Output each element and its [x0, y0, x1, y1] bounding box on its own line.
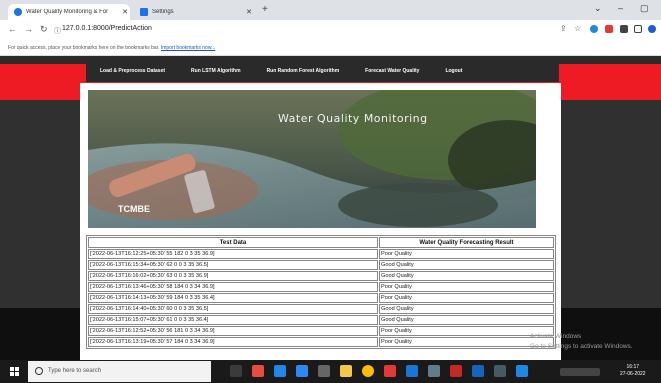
- test-data-cell: ['2022-06-13T16:14:40+05:30' 60 0 0 3 35…: [88, 304, 378, 314]
- reload-icon[interactable]: ↻: [40, 24, 48, 35]
- info-icon: ⓘ: [54, 28, 61, 35]
- content-panel: Water Quality Monitoring TCMBE Test Data…: [80, 83, 561, 360]
- app-icon[interactable]: [384, 365, 396, 377]
- menu-item-logout[interactable]: Logout: [445, 68, 462, 74]
- tab-title: Settings: [152, 9, 174, 15]
- hero-logo: TCMBE: [118, 204, 150, 214]
- table-row: ['2022-06-13T16:13:19+05:30' 57 184 0 3 …: [88, 337, 554, 347]
- search-placeholder: Type here to search: [48, 368, 102, 374]
- back-arrow-icon[interactable]: ←: [8, 24, 17, 34]
- edge-icon[interactable]: [274, 365, 286, 377]
- app-icon[interactable]: [516, 365, 528, 377]
- profile-icon[interactable]: [648, 25, 656, 33]
- result-cell: Good Quality: [379, 260, 554, 270]
- windows-taskbar: Type here to search 16:17 27-06-2022: [0, 360, 661, 383]
- minimize-icon[interactable]: –: [618, 3, 623, 13]
- app-icon[interactable]: [494, 365, 506, 377]
- bookmarks-bar: For quick access, place your bookmarks h…: [0, 40, 661, 56]
- watermark-line-2: Go to Settings to activate Windows.: [530, 343, 633, 350]
- app-icon[interactable]: [318, 365, 330, 377]
- table-row: ['2022-06-13T16:12:52+05:30' 56 181 0 3 …: [88, 326, 554, 336]
- results-table: Test Data Water Quality Forecasting Resu…: [86, 235, 556, 349]
- result-cell: Good Quality: [379, 271, 554, 281]
- test-data-cell: ['2022-06-13T16:15:34+05:30' 62 0 0 3 35…: [88, 260, 378, 270]
- url-field[interactable]: 127.0.0.1:8000/PredictAction: [62, 25, 152, 32]
- app-icon[interactable]: [406, 365, 418, 377]
- system-tray-icons[interactable]: [560, 368, 600, 376]
- app-icon[interactable]: [296, 365, 308, 377]
- star-icon[interactable]: ☆: [574, 24, 581, 33]
- result-cell: Poor Quality: [379, 249, 554, 259]
- column-header-test-data: Test Data: [88, 237, 378, 248]
- address-bar: ← → ↻ ⓘ 127.0.0.1:8000/PredictAction ⇪ ☆: [0, 20, 661, 40]
- watermark-line-1: Activate Windows: [530, 333, 582, 340]
- close-tab-icon[interactable]: ✕: [120, 8, 130, 16]
- windows-start-icon[interactable]: [10, 367, 19, 376]
- page-content: Load & Preprocess Dataset Run LSTM Algor…: [0, 56, 661, 360]
- chrome-favicon-icon: [14, 8, 22, 16]
- maximize-icon[interactable]: ▢: [640, 3, 649, 14]
- test-data-cell: ['2022-06-13T16:15:07+05:30' 61 0 0 3 35…: [88, 315, 378, 325]
- activate-windows-watermark: Activate Windows Go to Settings to activ…: [530, 332, 633, 352]
- bookmarks-hint: For quick access, place your bookmarks h…: [8, 45, 160, 51]
- water-hero-illustration: [88, 90, 536, 228]
- hero-image: Water Quality Monitoring TCMBE: [88, 90, 536, 228]
- test-data-cell: ['2022-06-13T16:12:52+05:30' 56 181 0 3 …: [88, 326, 378, 336]
- table-row: ['2022-06-13T16:14:13+05:30' 59 184 0 3 …: [88, 293, 554, 303]
- share-icon[interactable]: ⇪: [560, 24, 567, 33]
- puzzle-icon[interactable]: [620, 25, 628, 33]
- file-explorer-icon[interactable]: [340, 365, 352, 377]
- result-cell: Poor Quality: [379, 337, 554, 347]
- result-cell: Good Quality: [379, 315, 554, 325]
- clock-date: 27-06-2022: [620, 371, 646, 377]
- menu-item-forecast[interactable]: Forecast Water Quality: [365, 68, 419, 74]
- forward-arrow-icon[interactable]: →: [24, 24, 33, 34]
- taskbar-search[interactable]: Type here to search: [28, 361, 211, 382]
- test-data-cell: ['2022-06-13T16:12:25+05:30' 55 182 0 3 …: [88, 249, 378, 259]
- close-tab-icon[interactable]: ✕: [244, 8, 254, 16]
- main-menu: Load & Preprocess Dataset Run LSTM Algor…: [86, 60, 559, 82]
- table-header-row: Test Data Water Quality Forecasting Resu…: [88, 237, 554, 248]
- table-row: ['2022-06-13T16:14:40+05:30' 60 0 0 3 35…: [88, 304, 554, 314]
- menu-item-load-dataset[interactable]: Load & Preprocess Dataset: [100, 68, 165, 74]
- sidebar-icon[interactable]: [634, 25, 642, 33]
- tab-title: Water Quality Monitoring & For: [26, 9, 109, 15]
- menu-item-run-lstm[interactable]: Run LSTM Algorithm: [191, 68, 241, 74]
- app-icon[interactable]: [428, 365, 440, 377]
- table-row: ['2022-06-13T16:16:02+05:30' 63 0 0 3 35…: [88, 271, 554, 281]
- browser-tab-bar: Water Quality Monitoring & For ✕ Setting…: [0, 0, 661, 20]
- table-row: ['2022-06-13T16:13:46+05:30' 58 184 0 3 …: [88, 282, 554, 292]
- table-row: ['2022-06-13T16:15:07+05:30' 61 0 0 3 35…: [88, 315, 554, 325]
- chrome-icon[interactable]: [362, 365, 374, 377]
- extension-icon[interactable]: [605, 25, 613, 33]
- column-header-result: Water Quality Forecasting Result: [379, 237, 554, 248]
- tab-settings[interactable]: Settings ✕: [134, 4, 254, 20]
- task-view-icon[interactable]: [230, 365, 242, 377]
- table-row: ['2022-06-13T16:15:34+05:30' 62 0 0 3 35…: [88, 260, 554, 270]
- import-bookmarks-link[interactable]: Import bookmarks now...: [161, 45, 215, 51]
- result-cell: Poor Quality: [379, 293, 554, 303]
- app-icon[interactable]: [472, 365, 484, 377]
- result-cell: Good Quality: [379, 304, 554, 314]
- app-icon[interactable]: [252, 365, 264, 377]
- test-data-cell: ['2022-06-13T16:16:02+05:30' 63 0 0 3 35…: [88, 271, 378, 281]
- table-row: ['2022-06-13T16:12:25+05:30' 55 182 0 3 …: [88, 249, 554, 259]
- test-data-cell: ['2022-06-13T16:13:19+05:30' 57 184 0 3 …: [88, 337, 378, 347]
- test-data-cell: ['2022-06-13T16:14:13+05:30' 59 184 0 3 …: [88, 293, 378, 303]
- result-cell: Poor Quality: [379, 326, 554, 336]
- hero-title: Water Quality Monitoring: [278, 112, 428, 125]
- app-icon[interactable]: [450, 365, 462, 377]
- new-tab-icon[interactable]: +: [262, 4, 268, 15]
- extension-icon[interactable]: [590, 25, 598, 33]
- test-data-cell: ['2022-06-13T16:13:46+05:30' 58 184 0 3 …: [88, 282, 378, 292]
- taskbar-clock[interactable]: 16:17 27-06-2022: [620, 364, 646, 378]
- chevron-down-icon[interactable]: ⌄: [594, 3, 602, 14]
- search-icon: [35, 367, 43, 375]
- result-cell: Poor Quality: [379, 282, 554, 292]
- menu-item-run-random-forest[interactable]: Run Random Forest Algorithm: [267, 68, 340, 74]
- clock-time: 16:17: [626, 364, 640, 370]
- tab-water-quality[interactable]: Water Quality Monitoring & For ✕: [8, 4, 130, 20]
- gear-icon: [140, 8, 148, 16]
